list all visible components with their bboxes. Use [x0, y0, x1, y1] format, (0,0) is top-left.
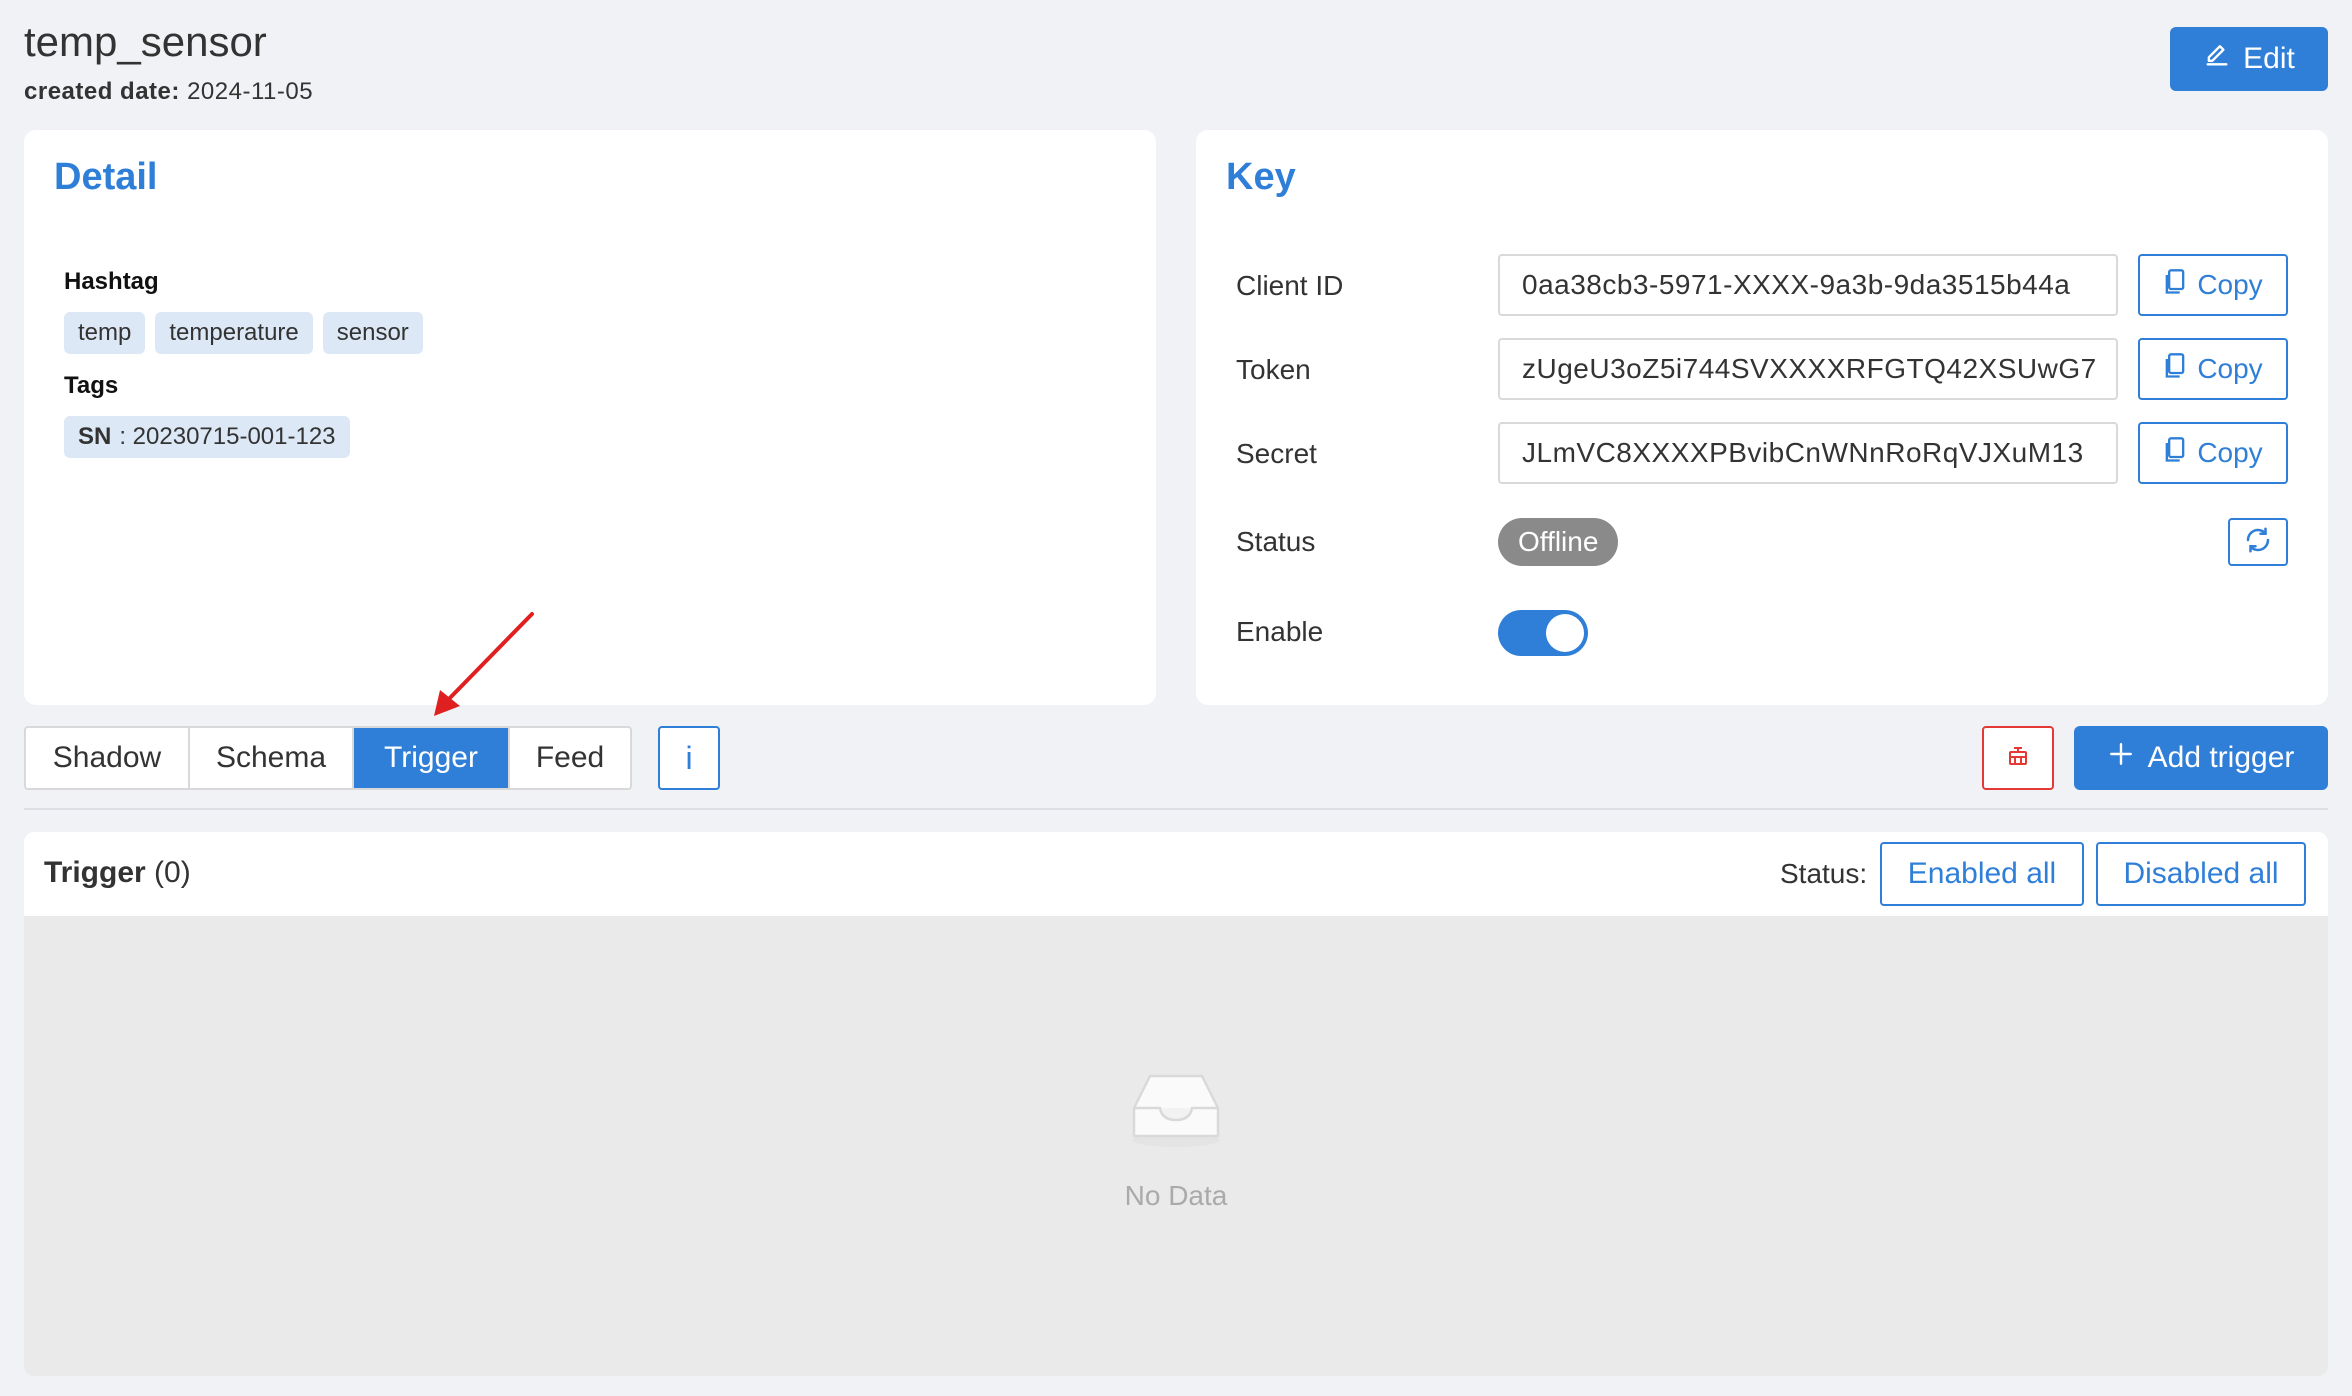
- hashtag-chip: sensor: [322, 312, 423, 354]
- trigger-panel: Trigger (0) Status: Enabled all Disabled…: [24, 832, 2328, 1376]
- empty-state-text: No Data: [1124, 1180, 1228, 1211]
- info-button[interactable]: i: [658, 726, 720, 790]
- bulk-status-label: Status:: [1780, 858, 1868, 889]
- add-trigger-label: Add trigger: [2147, 741, 2295, 774]
- trigger-count: (0): [154, 856, 191, 889]
- edit-icon: [2203, 41, 2231, 77]
- page-title: temp_sensor: [24, 18, 267, 65]
- status-label: Status: [1236, 526, 1316, 557]
- secret-field[interactable]: JLmVC8XXXXPBvibCnWNnRoRqVJXuM13: [1498, 422, 2118, 484]
- tag-key: SN: [78, 423, 112, 450]
- tags-label: Tags: [64, 372, 119, 399]
- trigger-panel-header: Trigger (0) Status: Enabled all Disabled…: [24, 832, 2328, 916]
- detail-title: Detail: [54, 156, 158, 198]
- status-badge: Offline: [1498, 518, 1619, 566]
- annotation-arrow: [420, 600, 540, 729]
- disabled-all-button[interactable]: Disabled all: [2096, 842, 2306, 906]
- trigger-title-text: Trigger: [44, 856, 146, 889]
- key-title: Key: [1226, 156, 1296, 198]
- hashtag-list: temp temperature sensor: [64, 312, 423, 354]
- tab-schema[interactable]: Schema: [190, 728, 354, 788]
- tag-value: : 20230715-001-123: [119, 423, 336, 450]
- enable-label: Enable: [1236, 616, 1324, 647]
- detail-card: Detail Hashtag temp temperature sensor T…: [24, 130, 1156, 705]
- copy-icon: [2163, 268, 2187, 303]
- tab-shadow[interactable]: Shadow: [26, 728, 190, 788]
- copy-token-button[interactable]: Copy: [2138, 338, 2288, 400]
- plus-icon: [2108, 741, 2134, 775]
- copy-icon: [2163, 352, 2187, 387]
- refresh-icon: [2243, 525, 2273, 560]
- tag-chip: SN : 20230715-001-123: [64, 416, 350, 458]
- tags-list: SN : 20230715-001-123: [64, 416, 350, 458]
- add-trigger-button[interactable]: Add trigger: [2074, 726, 2328, 790]
- created-date: created date: 2024-11-05: [24, 78, 313, 106]
- delete-button[interactable]: [1982, 726, 2054, 790]
- tab-bar: Shadow Schema Trigger Feed: [24, 726, 632, 790]
- copy-button-label: Copy: [2197, 437, 2263, 468]
- client-id-field[interactable]: 0aa38cb3-5971-XXXX-9a3b-9da3515b44a: [1498, 254, 2118, 316]
- hashtag-chip: temp: [64, 312, 146, 354]
- created-date-value: 2024-11-05: [187, 78, 314, 105]
- edit-button[interactable]: Edit: [2170, 27, 2328, 91]
- client-id-label: Client ID: [1236, 270, 1344, 301]
- enabled-all-button[interactable]: Enabled all: [1880, 842, 2084, 906]
- secret-label: Secret: [1236, 438, 1317, 469]
- empty-inbox-icon: [1128, 1072, 1224, 1153]
- copy-button-label: Copy: [2197, 269, 2263, 300]
- toggle-knob: [1546, 614, 1584, 652]
- copy-secret-button[interactable]: Copy: [2138, 422, 2288, 484]
- token-field[interactable]: zUgeU3oZ5i744SVXXXXRFGTQ42XSUwG7: [1498, 338, 2118, 400]
- tab-feed[interactable]: Feed: [510, 728, 630, 788]
- enable-toggle[interactable]: [1498, 610, 1588, 656]
- refresh-status-button[interactable]: [2228, 518, 2288, 566]
- copy-client-id-button[interactable]: Copy: [2138, 254, 2288, 316]
- token-label: Token: [1236, 354, 1311, 385]
- edit-button-label: Edit: [2243, 42, 2295, 75]
- copy-icon: [2163, 436, 2187, 471]
- created-date-label: created date:: [24, 78, 180, 105]
- divider: [24, 808, 2328, 810]
- hashtag-label: Hashtag: [64, 268, 159, 295]
- trigger-panel-title: Trigger (0): [44, 856, 191, 890]
- copy-button-label: Copy: [2197, 353, 2263, 384]
- hashtag-chip: temperature: [155, 312, 313, 354]
- key-card: Key Client ID 0aa38cb3-5971-XXXX-9a3b-9d…: [1196, 130, 2328, 705]
- tab-trigger[interactable]: Trigger: [354, 728, 510, 788]
- delete-icon: [2006, 744, 2030, 773]
